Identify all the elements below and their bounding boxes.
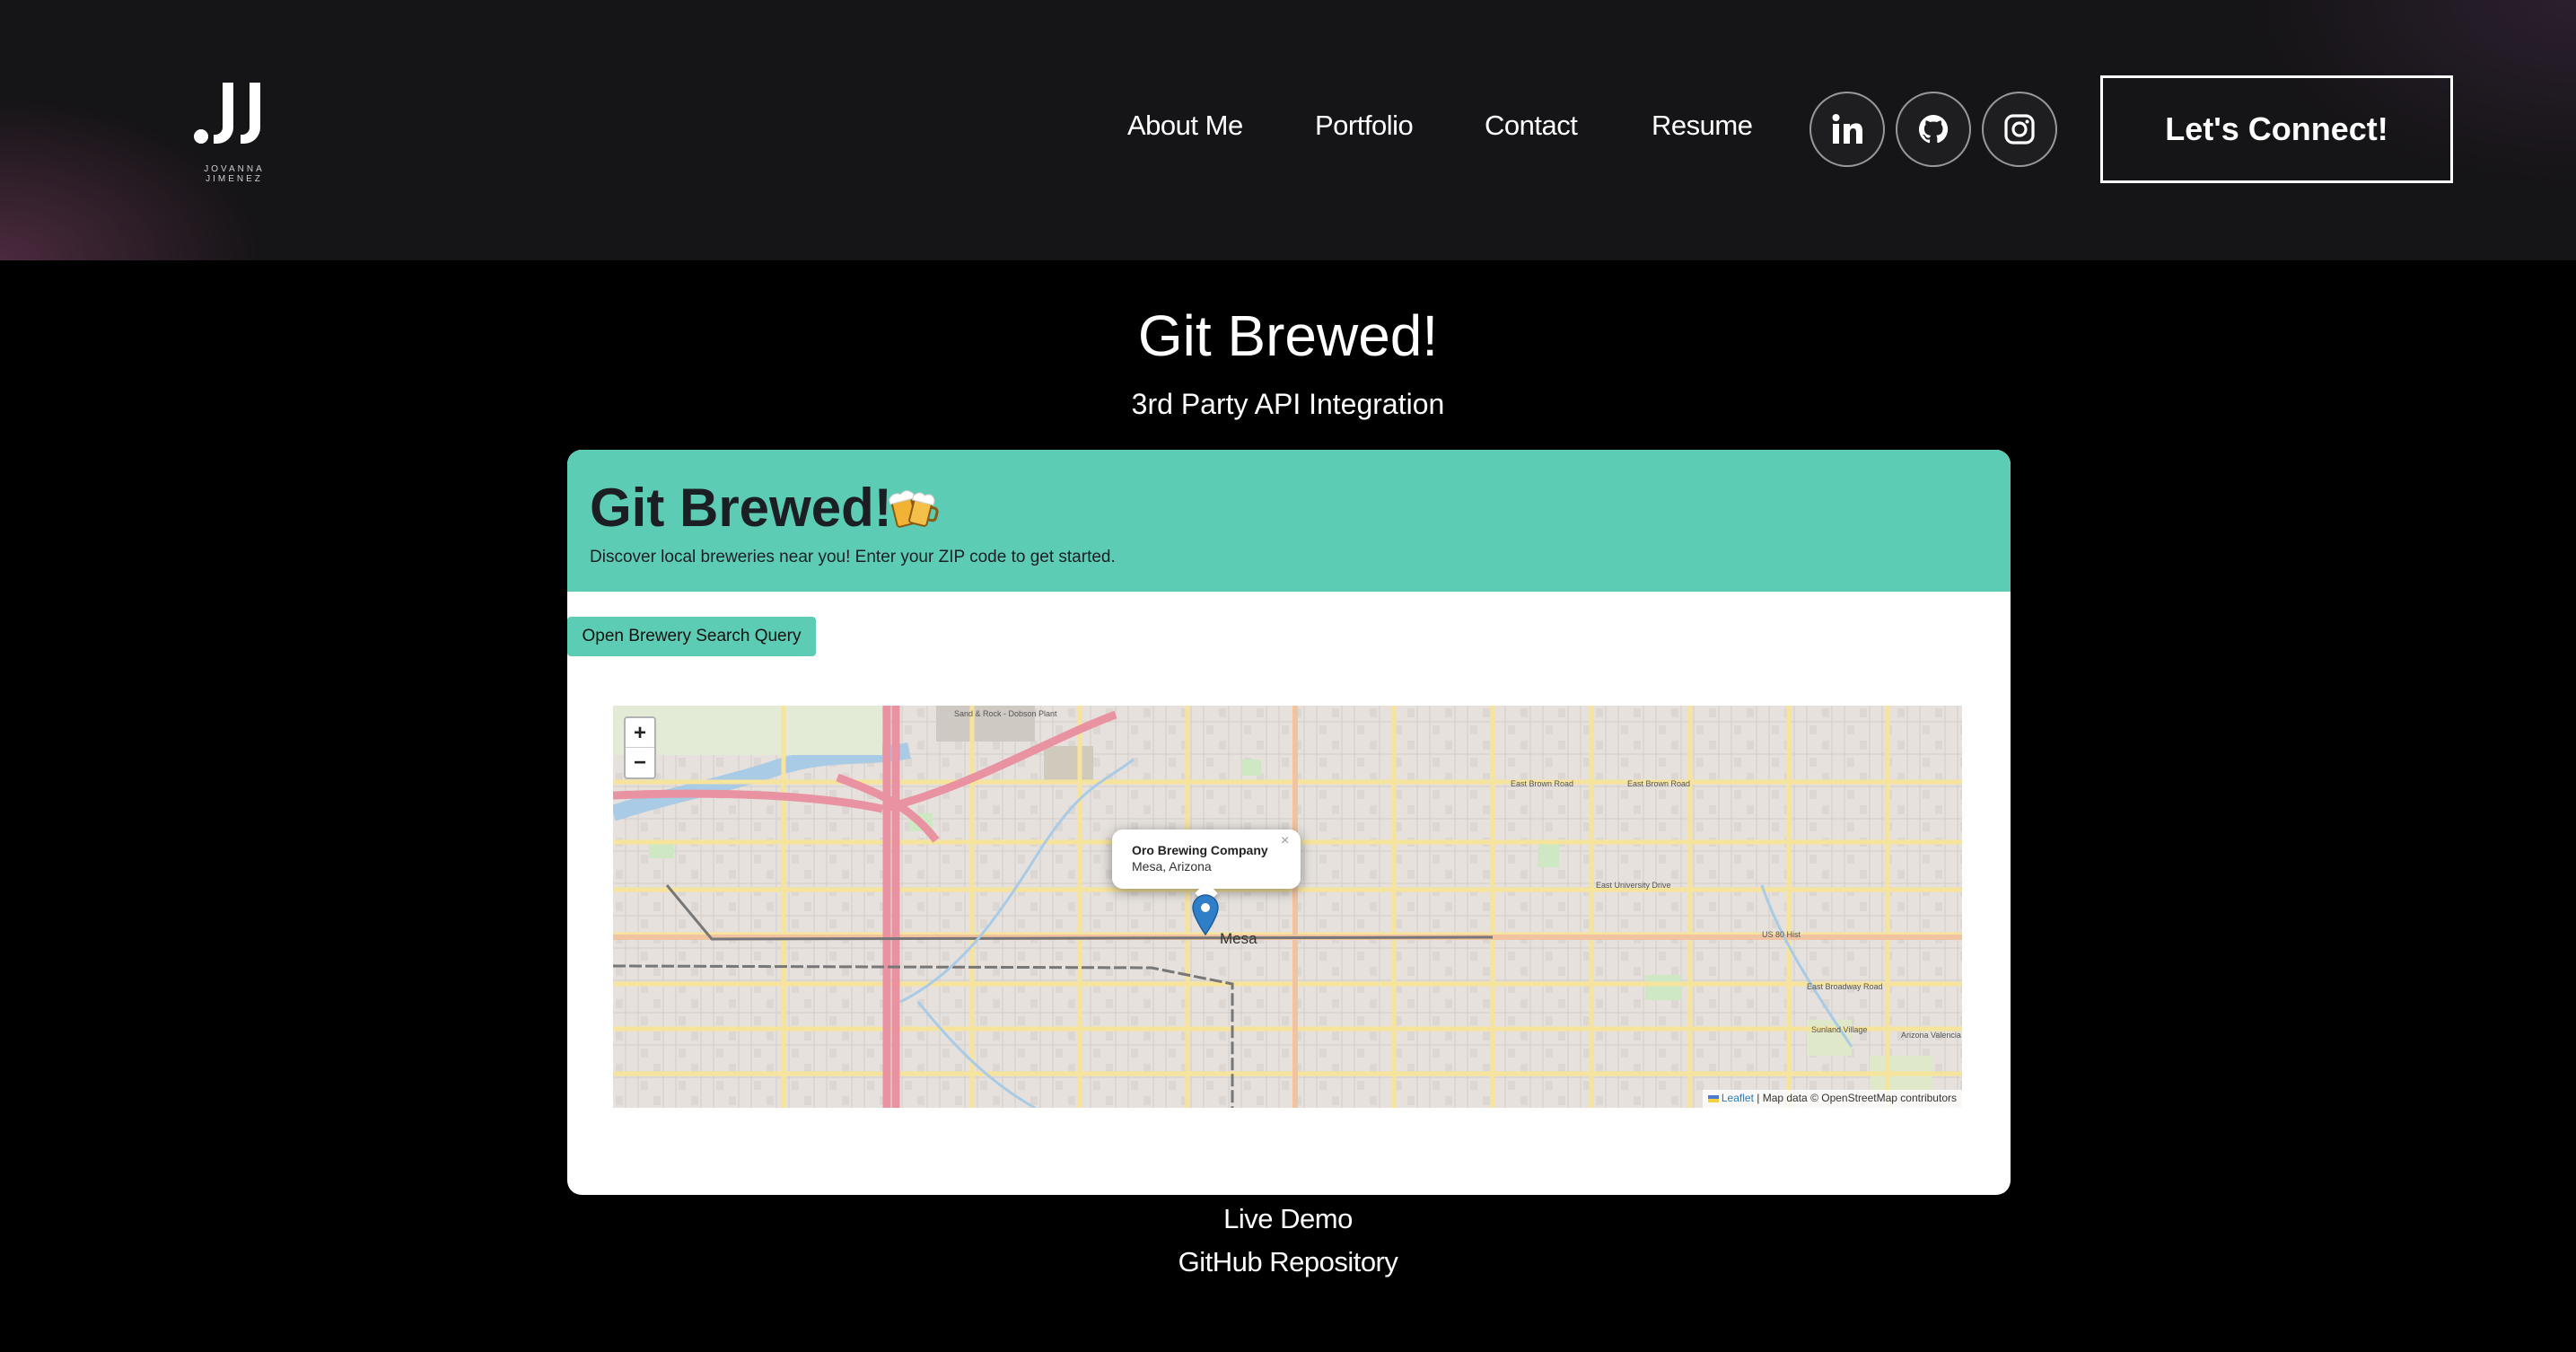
site-header: JOVANNA JIMENEZ About Me Portfolio Conta… — [0, 0, 2576, 260]
popup-close-button[interactable]: × — [1281, 833, 1289, 849]
nav-about-me[interactable]: About Me — [1127, 110, 1243, 142]
app-hero-title: Git Brewed! — [590, 478, 892, 538]
brewery-popup: × Oro Brewing Company Mesa, Arizona — [1112, 830, 1301, 905]
lets-connect-button[interactable]: Let's Connect! — [2100, 75, 2453, 183]
project-subtitle: 3rd Party API Integration — [1131, 388, 1445, 420]
beer-mugs-icon — [889, 490, 939, 528]
logo-caption: JOVANNA JIMENEZ — [204, 164, 265, 184]
project-title: Git Brewed! — [1137, 303, 1439, 368]
flag-icon — [1707, 1094, 1719, 1102]
map-label-east-university: East University Drive — [1596, 881, 1671, 890]
popup-brewery-location: Mesa, Arizona — [1132, 859, 1212, 874]
map-tiles — [613, 706, 1962, 1108]
map-city-label: Mesa — [1220, 930, 1257, 947]
site-logo[interactable]: JOVANNA JIMENEZ — [176, 74, 293, 184]
map-label-broadway: East Broadway Road — [1807, 982, 1883, 991]
github-repository-link[interactable]: GitHub Repository — [0, 1246, 2576, 1278]
logo-monogram-icon — [194, 83, 260, 144]
attribution-text: | Map data © OpenStreetMap contributors — [1757, 1092, 1957, 1104]
nav-resume[interactable]: Resume — [1652, 110, 1753, 142]
nav-contact[interactable]: Contact — [1485, 110, 1578, 142]
live-demo-link[interactable]: Live Demo — [0, 1203, 2576, 1235]
map-attribution: Leaflet | Map data © OpenStreetMap contr… — [1702, 1090, 1962, 1108]
brewery-map[interactable]: Sand & Rock - Dobson Plant East Brown Ro… — [613, 706, 1962, 1108]
popup-brewery-name: Oro Brewing Company — [1132, 843, 1268, 857]
map-label-valencia: Arizona Valencia — [1901, 1031, 1961, 1040]
linkedin-button[interactable] — [1809, 92, 1885, 167]
map-label-sand-rock: Sand & Rock - Dobson Plant — [954, 709, 1057, 718]
nav-portfolio[interactable]: Portfolio — [1315, 110, 1414, 142]
instagram-button[interactable] — [1982, 92, 2057, 167]
zoom-out-button[interactable]: − — [626, 748, 654, 777]
zoom-in-button[interactable]: + — [626, 718, 654, 748]
open-brewery-search-button[interactable]: Open Brewery Search Query — [567, 617, 816, 656]
project-preview-card: Git Brewed! Discover local breweries nea… — [567, 450, 2011, 1195]
github-button[interactable] — [1896, 92, 1971, 167]
leaflet-link[interactable]: Leaflet — [1722, 1092, 1754, 1104]
map-label-sunland: Sunland Village — [1811, 1025, 1868, 1034]
app-hero-banner: Git Brewed! Discover local breweries nea… — [567, 450, 2011, 592]
github-icon — [1918, 114, 1949, 144]
map-zoom-control: + − — [624, 716, 656, 779]
app-description: Discover local breweries near you! Enter… — [590, 548, 1116, 566]
map-label-east-brown-2: East Brown Road — [1627, 779, 1691, 788]
instagram-icon — [2004, 114, 2035, 145]
map-label-east-brown: East Brown Road — [1511, 779, 1574, 788]
linkedin-icon — [1832, 114, 1862, 144]
map-label-us80: US 80 Hist — [1762, 930, 1801, 939]
map-marker-icon[interactable] — [1192, 894, 1219, 935]
